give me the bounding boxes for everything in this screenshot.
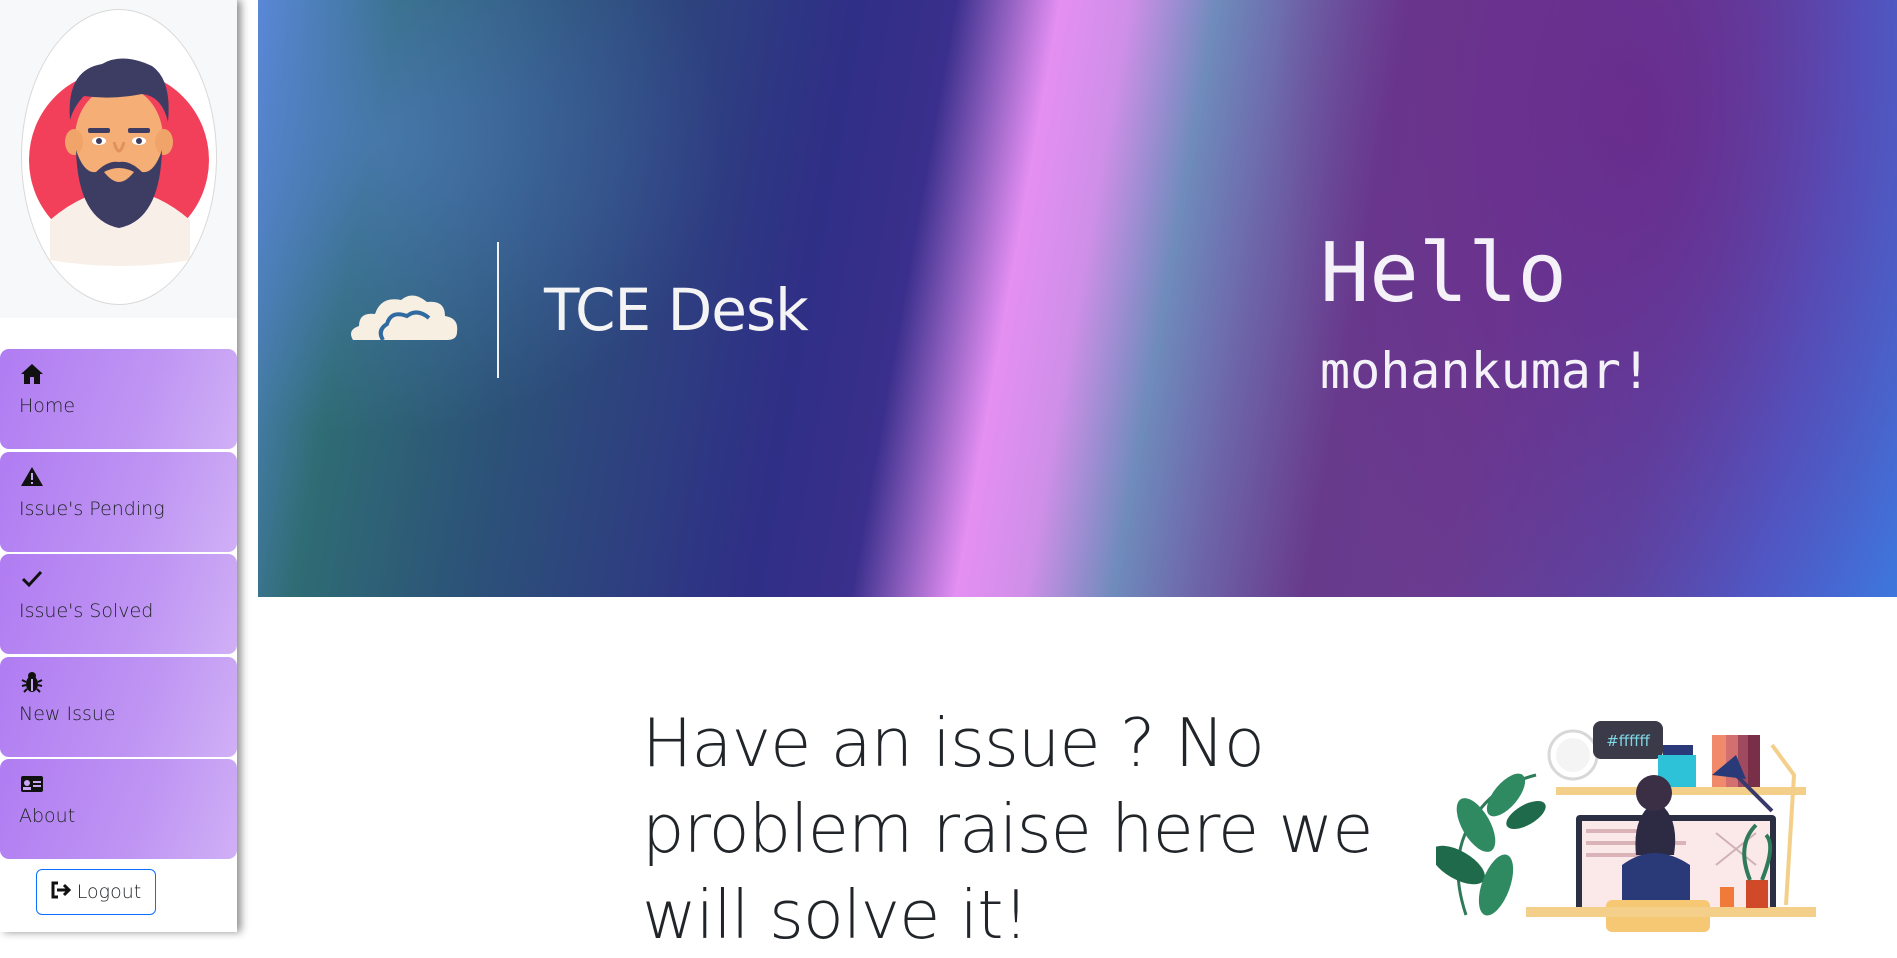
sidebar-item-issues-pending[interactable]: Issue's Pending [0,452,237,552]
username-text: mohankumar! [1320,342,1652,400]
sidebar-item-label: Issue's Solved [19,600,154,622]
avatar-panel [0,0,237,318]
greeting-text: Hello [1320,226,1567,321]
desk-illustration: #ffffff [1436,721,1816,932]
cloud-logo-icon [351,295,458,342]
sidebar-item-about[interactable]: About [0,759,237,859]
logout-label: Logout [76,881,142,903]
brand-title: TCE Desk [544,276,809,344]
sidebar-item-label: About [19,805,76,827]
check-icon [20,568,44,590]
brand-divider [497,242,499,378]
home-icon [20,363,44,385]
avatar [21,9,217,305]
sign-out-icon [51,881,71,904]
bug-icon [20,671,44,693]
sidebar-item-label: Home [19,395,76,417]
hero-banner: TCE Desk Hello mohankumar! [258,0,1897,597]
sidebar-item-home[interactable]: Home [0,349,237,449]
sidebar-item-label: Issue's Pending [19,498,165,520]
page-tagline: Have an issue ? No problem raise here we… [642,704,1373,954]
sidebar-item-label: New Issue [19,703,116,725]
avatar-image [29,58,209,266]
sidebar-item-new-issue[interactable]: New Issue [0,657,237,757]
illustration-tag: #ffffff [1606,732,1650,750]
logout-button[interactable]: Logout [36,869,156,915]
warning-icon [20,466,44,488]
banner-overlay [258,0,1897,597]
sidebar: Home Issue's Pending Issue's Solved New … [0,0,237,932]
sidebar-item-issues-solved[interactable]: Issue's Solved [0,554,237,654]
id-card-icon [20,773,44,795]
